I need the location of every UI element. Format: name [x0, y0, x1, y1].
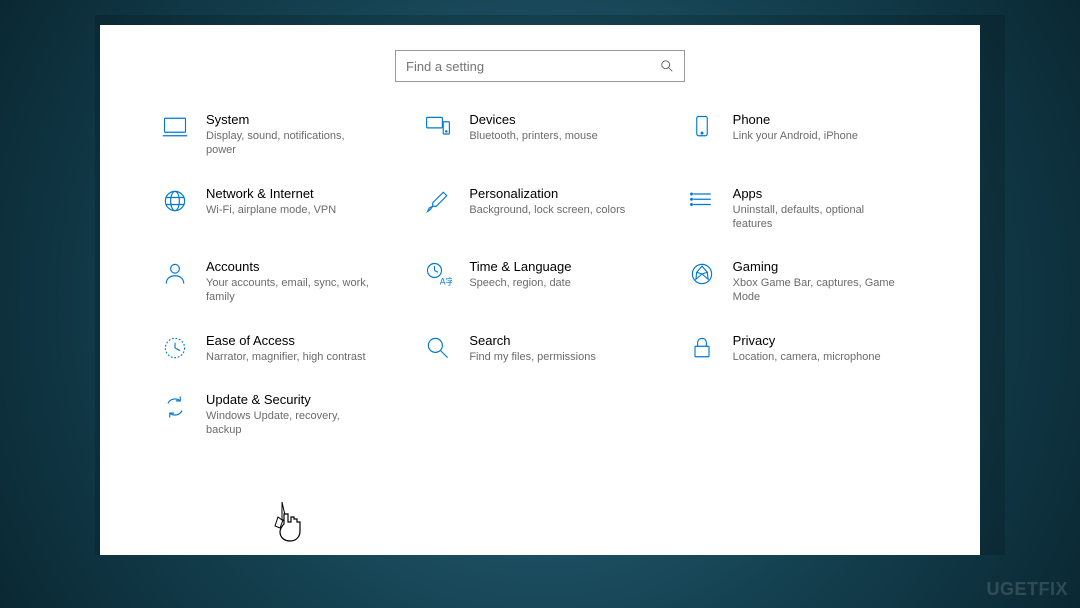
- pointer-cursor: [270, 500, 310, 545]
- category-title: Time & Language: [469, 259, 656, 274]
- category-title: Ease of Access: [206, 333, 393, 348]
- category-search[interactable]: Search Find my files, permissions: [423, 333, 656, 364]
- category-desc: Wi-Fi, airplane mode, VPN: [206, 203, 376, 217]
- phone-icon: [687, 112, 717, 142]
- accessibility-icon: [160, 333, 190, 363]
- search-category-icon: [423, 333, 453, 363]
- devices-icon: [423, 112, 453, 142]
- category-desc: Narrator, magnifier, high contrast: [206, 350, 376, 364]
- update-icon: [160, 392, 190, 422]
- category-title: Network & Internet: [206, 186, 393, 201]
- paintbrush-icon: [423, 186, 453, 216]
- category-desc: Bluetooth, printers, mouse: [469, 129, 639, 143]
- person-icon: [160, 259, 190, 289]
- category-desc: Your accounts, email, sync, work, family: [206, 276, 376, 305]
- category-title: Devices: [469, 112, 656, 127]
- time-language-icon: A字: [423, 259, 453, 289]
- category-desc: Windows Update, recovery, backup: [206, 409, 376, 438]
- category-system[interactable]: System Display, sound, notifications, po…: [160, 112, 393, 158]
- gaming-icon: [687, 259, 717, 289]
- category-title: Search: [469, 333, 656, 348]
- lock-icon: [687, 333, 717, 363]
- category-gaming[interactable]: Gaming Xbox Game Bar, captures, Game Mod…: [687, 259, 920, 305]
- category-title: Apps: [733, 186, 920, 201]
- category-title: Phone: [733, 112, 920, 127]
- category-ease-of-access[interactable]: Ease of Access Narrator, magnifier, high…: [160, 333, 393, 364]
- category-desc: Background, lock screen, colors: [469, 203, 639, 217]
- search-input[interactable]: [406, 59, 660, 74]
- watermark: UGETFIX: [986, 579, 1068, 600]
- search-icon: [660, 59, 674, 73]
- category-desc: Uninstall, defaults, optional features: [733, 203, 903, 232]
- svg-text:A字: A字: [440, 276, 452, 287]
- category-accounts[interactable]: Accounts Your accounts, email, sync, wor…: [160, 259, 393, 305]
- category-title: Gaming: [733, 259, 920, 274]
- category-title: Privacy: [733, 333, 920, 348]
- category-desc: Display, sound, notifications, power: [206, 129, 376, 158]
- settings-window: System Display, sound, notifications, po…: [100, 25, 980, 555]
- category-title: System: [206, 112, 393, 127]
- category-time-language[interactable]: A字 Time & Language Speech, region, date: [423, 259, 656, 305]
- category-privacy[interactable]: Privacy Location, camera, microphone: [687, 333, 920, 364]
- categories-grid: System Display, sound, notifications, po…: [160, 112, 920, 438]
- search-box[interactable]: [395, 50, 685, 82]
- category-devices[interactable]: Devices Bluetooth, printers, mouse: [423, 112, 656, 158]
- category-desc: Link your Android, iPhone: [733, 129, 903, 143]
- category-title: Update & Security: [206, 392, 393, 407]
- category-apps[interactable]: Apps Uninstall, defaults, optional featu…: [687, 186, 920, 232]
- category-desc: Xbox Game Bar, captures, Game Mode: [733, 276, 903, 305]
- category-title: Accounts: [206, 259, 393, 274]
- system-icon: [160, 112, 190, 142]
- category-personalization[interactable]: Personalization Background, lock screen,…: [423, 186, 656, 232]
- category-title: Personalization: [469, 186, 656, 201]
- category-update-security[interactable]: Update & Security Windows Update, recove…: [160, 392, 393, 438]
- category-network[interactable]: Network & Internet Wi-Fi, airplane mode,…: [160, 186, 393, 232]
- category-desc: Speech, region, date: [469, 276, 639, 290]
- apps-icon: [687, 186, 717, 216]
- category-desc: Location, camera, microphone: [733, 350, 903, 364]
- category-desc: Find my files, permissions: [469, 350, 639, 364]
- globe-icon: [160, 186, 190, 216]
- category-phone[interactable]: Phone Link your Android, iPhone: [687, 112, 920, 158]
